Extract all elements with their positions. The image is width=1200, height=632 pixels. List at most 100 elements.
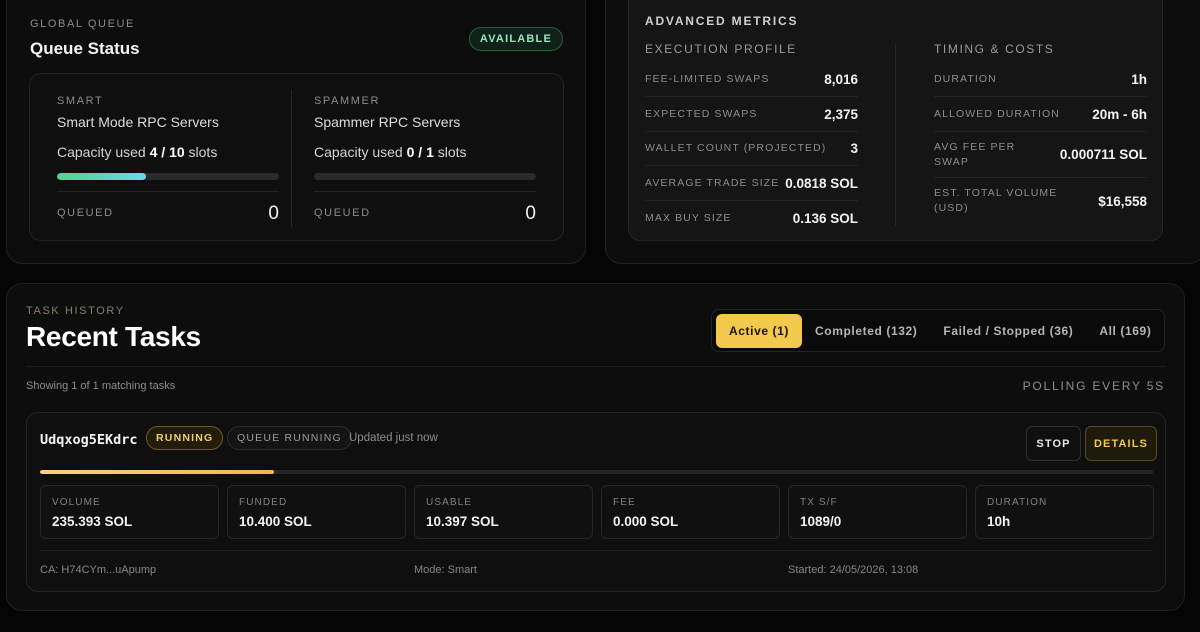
metric-key: Wallet count (projected) [645, 142, 827, 154]
metric-row: Est. total volume (USD) $16,558 [934, 178, 1147, 224]
metric-row: Average trade size 0.0818 SOL [645, 166, 858, 201]
stat-value: 10.397 SOL [426, 514, 499, 529]
tab-completed[interactable]: Completed (132) [802, 314, 930, 348]
smart-capacity-bar [57, 173, 279, 180]
divider [314, 191, 536, 192]
spammer-subtitle: Spammer RPC Servers [314, 114, 461, 130]
smart-capacity-fill [57, 173, 146, 180]
status-badge: AVAILABLE [468, 27, 563, 51]
queue-title: Queue Status [30, 39, 140, 58]
metric-key: Fee-limited swaps [645, 72, 770, 85]
timing-heading: Timing & Costs [934, 42, 1055, 56]
queue-status-badge: Queue running [227, 426, 352, 450]
spammer-queue-column: Spammer Spammer RPC Servers Capacity use… [314, 74, 554, 242]
recent-tasks-panel: Task History Recent Tasks Active (1) Com… [6, 283, 1185, 611]
queue-status-panel: Global Queue Queue Status AVAILABLE Smar… [6, 0, 586, 264]
task-stats: Volume 235.393 SOL Funded 10.400 SOL Usa… [40, 485, 1154, 539]
stat-value: 10.400 SOL [239, 514, 312, 529]
metric-row: Avg fee per swap 0.000711 SOL [934, 132, 1147, 178]
task-id[interactable]: Udqxog5EKdrc [40, 432, 138, 448]
smart-label: Smart [57, 95, 104, 107]
timing-costs-column: Timing & Costs Duration 1h Allowed durat… [934, 42, 1147, 224]
metric-row: Duration 1h [934, 62, 1147, 97]
smart-queued-value: 0 [268, 203, 279, 224]
execution-heading: Execution Profile [645, 42, 797, 56]
task-progress-bar [40, 470, 1153, 474]
task-mode: Mode: Smart [414, 564, 477, 576]
task-started: Started: 24/05/2026, 13:08 [788, 564, 919, 576]
metric-row: Allowed duration 20m - 6h [934, 97, 1147, 132]
smart-queued-label: Queued [57, 207, 114, 219]
metric-key: Expected swaps [645, 107, 758, 120]
running-badge: Running [146, 426, 224, 450]
metric-key: Duration [934, 72, 997, 85]
metric-key: Allowed duration [934, 107, 1060, 120]
details-button[interactable]: Details [1085, 426, 1157, 461]
advanced-metrics-panel: Advanced Metrics Execution Profile Fee-l… [605, 0, 1200, 264]
divider [40, 550, 1153, 551]
task-card: Udqxog5EKdrc Running Queue running Updat… [26, 412, 1166, 592]
updated-timestamp: Updated just now [349, 432, 438, 444]
queue-eyebrow: Global Queue [30, 18, 135, 30]
stat-label: Fee [613, 497, 636, 508]
stat-value: 1089/0 [800, 514, 842, 529]
stat-funded: Funded 10.400 SOL [227, 485, 406, 539]
task-progress-fill [40, 470, 274, 474]
stat-usable: Usable 10.397 SOL [414, 485, 593, 539]
metric-row: Expected swaps 2,375 [645, 97, 858, 132]
stat-fee: Fee 0.000 SOL [601, 485, 780, 539]
capacity-suffix: slots [188, 144, 218, 160]
stat-tx: TX S/F 1089/0 [788, 485, 967, 539]
tasks-eyebrow: Task History [26, 305, 125, 317]
stat-value: 235.393 SOL [52, 514, 133, 529]
capacity-value: 4 / 10 [149, 144, 185, 160]
task-filter-tabs: Active (1) Completed (132) Failed / Stop… [711, 309, 1165, 352]
metric-value: $16,558 [1098, 193, 1147, 209]
contract-address: CA: H74CYm...uApump [40, 564, 157, 576]
column-divider [895, 44, 896, 226]
spammer-queued-value: 0 [525, 203, 536, 224]
stat-label: Funded [239, 497, 288, 508]
tab-failed-stopped[interactable]: Failed / Stopped (36) [930, 314, 1086, 348]
stat-volume: Volume 235.393 SOL [40, 485, 219, 539]
metric-key: Est. total volume (USD) [934, 187, 1058, 214]
metric-value: 20m - 6h [1092, 106, 1147, 122]
metric-value: 3 [850, 141, 858, 156]
metric-value: 8,016 [824, 71, 858, 87]
stat-value: 0.000 SOL [613, 514, 679, 529]
metric-row: Wallet count (projected) 3 [645, 132, 858, 166]
capacity-value: 0 / 1 [406, 144, 434, 160]
capacity-suffix: slots [437, 144, 467, 160]
metric-key: Average trade size [645, 176, 780, 189]
tab-active[interactable]: Active (1) [716, 313, 803, 348]
metric-value: 1h [1131, 71, 1147, 87]
stat-label: Duration [987, 497, 1048, 508]
polling-status: Polling every 5s [1022, 379, 1165, 393]
metric-key: Avg fee per swap [934, 140, 1016, 168]
spammer-capacity-bar [314, 173, 536, 180]
stat-label: Volume [52, 497, 101, 508]
result-count: Showing 1 of 1 matching tasks [26, 380, 176, 392]
metric-row: Fee-limited swaps 8,016 [645, 62, 858, 97]
metric-value: 0.0818 SOL [785, 175, 858, 191]
spammer-queued-label: Queued [314, 207, 371, 219]
stat-label: Usable [426, 497, 473, 508]
smart-capacity: Capacity used 4 / 10 slots [57, 144, 217, 160]
smart-queue-column: Smart Smart Mode RPC Servers Capacity us… [57, 74, 297, 242]
metric-value: 0.136 SOL [792, 210, 858, 226]
capacity-prefix: Capacity used [57, 144, 146, 160]
metric-key: Max buy size [645, 211, 732, 224]
smart-subtitle: Smart Mode RPC Servers [57, 114, 219, 130]
tab-all[interactable]: All (169) [1086, 314, 1164, 348]
execution-profile-column: Execution Profile Fee-limited swaps 8,01… [645, 42, 858, 235]
divider [57, 191, 279, 192]
metric-row: Max buy size 0.136 SOL [645, 201, 858, 235]
spammer-capacity: Capacity used 0 / 1 slots [314, 144, 467, 160]
metrics-card: Advanced Metrics Execution Profile Fee-l… [628, 0, 1163, 241]
stop-button[interactable]: Stop [1026, 426, 1081, 461]
column-divider [291, 90, 292, 228]
metrics-title: Advanced Metrics [645, 14, 799, 28]
divider [26, 366, 1166, 367]
capacity-prefix: Capacity used [314, 144, 403, 160]
spammer-label: Spammer [314, 95, 381, 107]
